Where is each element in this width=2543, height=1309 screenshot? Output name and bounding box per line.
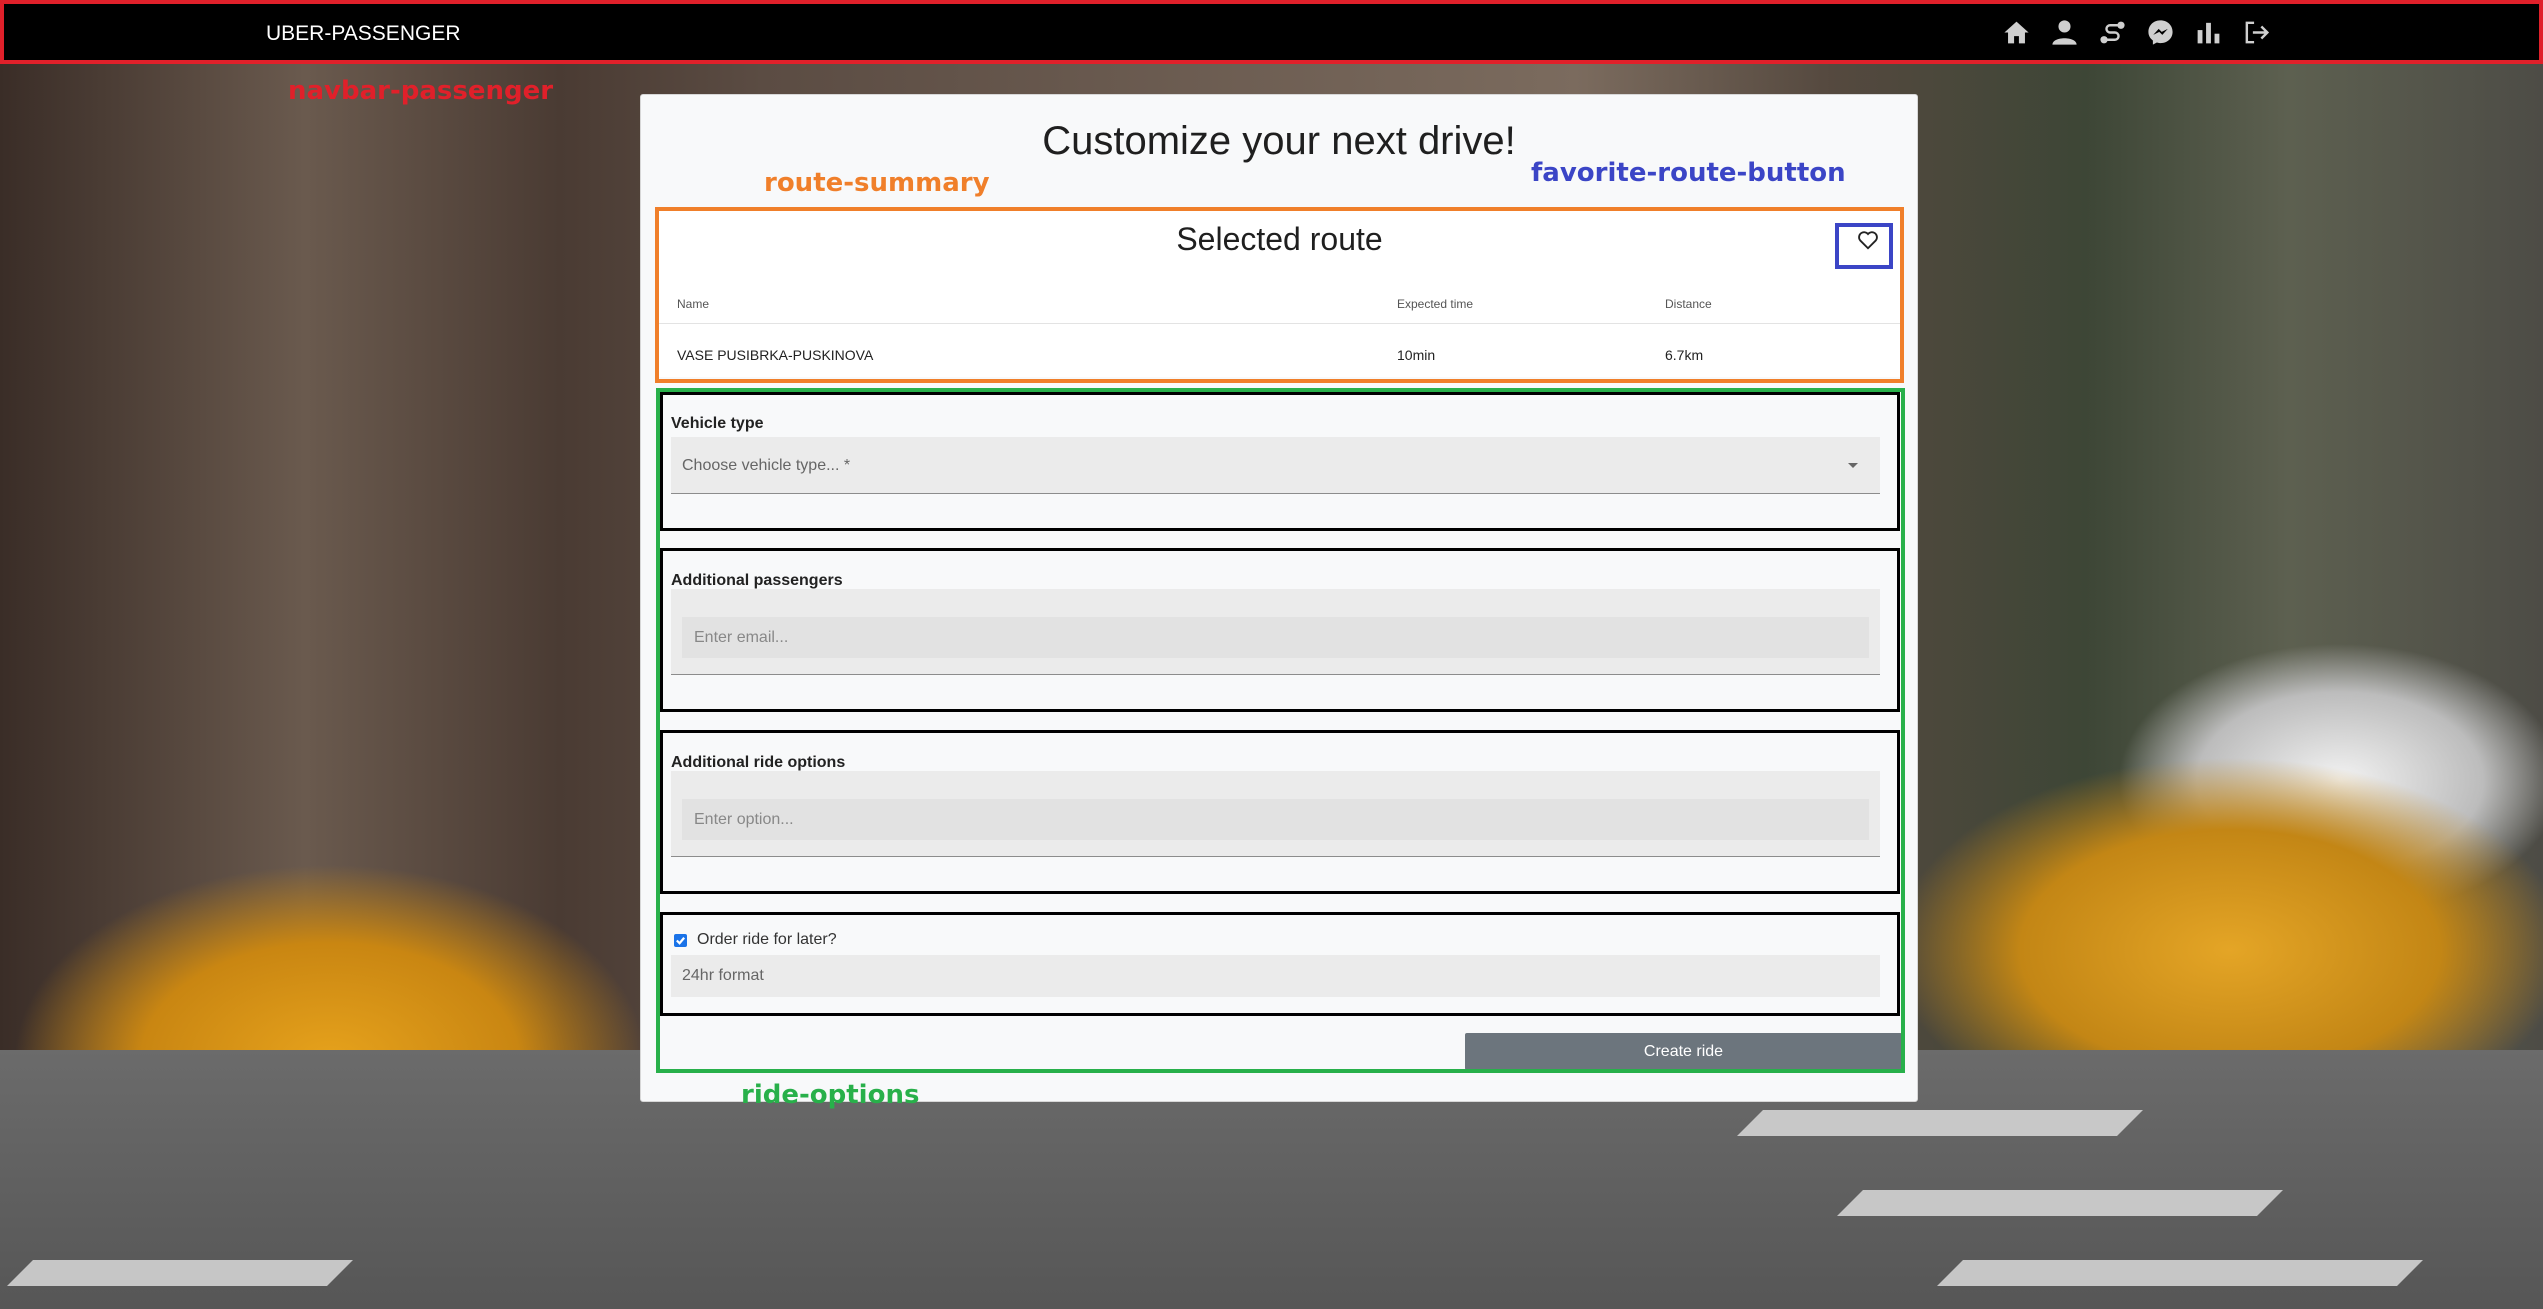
nav-icon-group	[2002, 18, 2271, 47]
annotation-ride-options-label: ride-options	[741, 1080, 920, 1110]
column-header-distance: Distance	[1665, 297, 1712, 311]
home-icon[interactable]	[2002, 18, 2031, 47]
chart-icon[interactable]	[2194, 18, 2223, 47]
annotation-route-summary-label: route-summary	[764, 168, 990, 198]
table-divider	[657, 323, 1902, 324]
route-icon[interactable]	[2098, 18, 2127, 47]
heart-icon	[1858, 231, 1878, 250]
vehicle-type-placeholder: Choose vehicle type... *	[682, 457, 851, 474]
passenger-email-input[interactable]: Enter email...	[682, 617, 1869, 658]
additional-passengers-section: Additional passengers Enter email...	[657, 547, 1902, 707]
user-icon[interactable]	[2050, 18, 2079, 47]
annotation-favorite-route-label: favorite-route-button	[1531, 158, 1846, 188]
checkmark-icon	[676, 937, 686, 945]
ride-option-input[interactable]: Enter option...	[682, 799, 1869, 840]
navbar: UBER-PASSENGER	[0, 0, 2543, 64]
chevron-down-icon	[1848, 463, 1858, 468]
order-later-checkbox[interactable]	[674, 934, 687, 947]
route-distance-cell: 6.7km	[1665, 347, 1704, 363]
vehicle-type-section: Vehicle type Choose vehicle type... *	[657, 391, 1902, 525]
create-ride-button[interactable]: Create ride	[1465, 1033, 1902, 1070]
additional-ride-options-label: Additional ride options	[671, 754, 846, 771]
schedule-time-input[interactable]: 24hr format	[671, 955, 1880, 997]
column-header-expected-time: Expected time	[1397, 297, 1474, 311]
additional-ride-options-section: Additional ride options Enter option...	[657, 729, 1902, 889]
brand-title[interactable]: UBER-PASSENGER	[266, 22, 461, 46]
order-later-label: Order ride for later?	[697, 931, 837, 948]
schedule-ride-section: Order ride for later? 24hr format	[657, 911, 1902, 1009]
additional-passengers-label: Additional passengers	[671, 572, 843, 589]
route-summary: Selected route Name Expected time Distan…	[657, 207, 1902, 377]
ride-customization-card: Customize your next drive! Selected rout…	[640, 94, 1918, 1102]
vehicle-type-select[interactable]: Choose vehicle type... *	[671, 437, 1880, 494]
ride-option-field: Enter option...	[671, 771, 1880, 857]
vehicle-type-label: Vehicle type	[671, 415, 764, 432]
favorite-route-button[interactable]	[1842, 220, 1894, 260]
logout-icon[interactable]	[2242, 18, 2271, 47]
passenger-email-field: Enter email...	[671, 589, 1880, 675]
route-name-cell: VASE PUSIBRKA-PUSKINOVA	[677, 347, 874, 363]
route-time-cell: 10min	[1397, 347, 1436, 363]
messenger-icon[interactable]	[2146, 18, 2175, 47]
column-header-name: Name	[677, 297, 710, 311]
route-title: Selected route	[1176, 221, 1383, 257]
annotation-navbar-label: navbar-passenger	[288, 76, 554, 106]
